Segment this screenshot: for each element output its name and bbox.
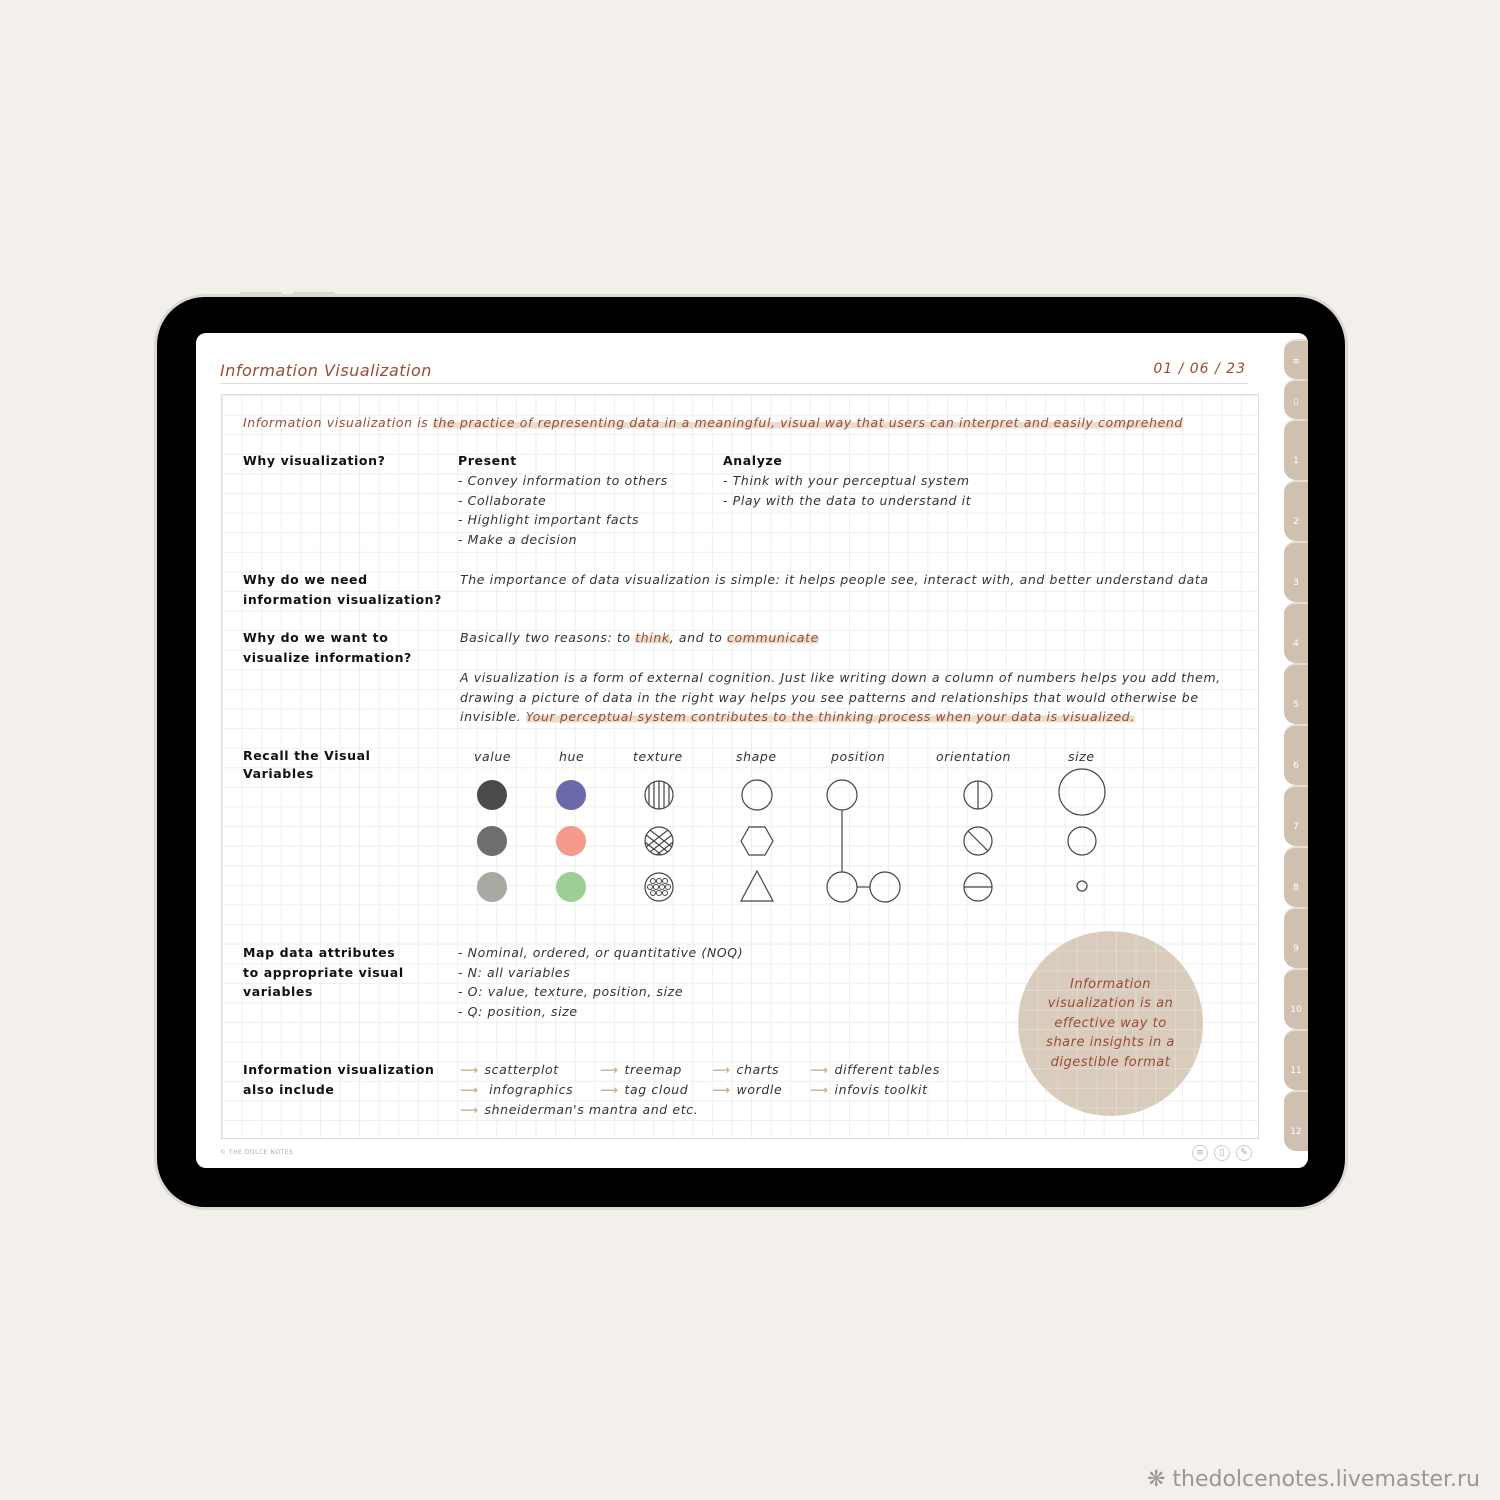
- hue-swatch: [556, 872, 586, 902]
- arrow-icon: ⟶: [460, 1062, 479, 1077]
- arrow-icon: ⟶: [712, 1082, 731, 1097]
- shape-triangle: [740, 869, 774, 902]
- tab-7[interactable]: 7: [1284, 785, 1308, 846]
- map-list: - Nominal, ordered, or quantitative (NOQ…: [458, 945, 744, 1019]
- size-medium: [1067, 826, 1097, 856]
- tab-10[interactable]: 10: [1284, 968, 1308, 1029]
- tab-6[interactable]: 6: [1284, 724, 1308, 785]
- watermark: ❋ thedolcenotes.livemaster.ru: [1146, 1467, 1480, 1492]
- side-tabs: ≡ ▯ 1 2 3 4 5 6 7 8 9 10 11 12: [1284, 339, 1308, 1151]
- map-label: Map data attributes to appropriate visual…: [243, 945, 404, 1000]
- footer-brand: © THE DOLCE NOTES: [220, 1149, 294, 1156]
- texture-dots: [647, 878, 671, 896]
- tab-8[interactable]: 8: [1284, 846, 1308, 907]
- shape-circle: [741, 779, 773, 811]
- tab-2[interactable]: 2: [1284, 480, 1308, 541]
- document-icon: ▯: [1293, 397, 1299, 407]
- value-swatch: [477, 780, 507, 810]
- value-swatch: [477, 872, 507, 902]
- texture-crosshatch: [645, 827, 673, 855]
- tab-12[interactable]: 12: [1284, 1090, 1308, 1151]
- hue-swatch: [556, 826, 586, 856]
- position-circle: [826, 779, 858, 811]
- arrow-icon: ⟶: [810, 1062, 829, 1077]
- document-icon[interactable]: ▯: [1214, 1145, 1230, 1161]
- footer-icons: ≡ ▯ ✎: [1192, 1145, 1252, 1161]
- tab-11[interactable]: 11: [1284, 1029, 1308, 1090]
- arrow-icon: ⟶: [600, 1062, 619, 1077]
- tab-notes[interactable]: ▯: [1284, 379, 1308, 419]
- position-circle: [826, 871, 858, 903]
- size-small: [1076, 880, 1088, 892]
- notebook-page: Information Visualization 01 / 06 / 23 I…: [196, 333, 1308, 1168]
- arrow-icon: ⟶: [600, 1082, 619, 1097]
- pencil-icon[interactable]: ✎: [1236, 1145, 1252, 1161]
- size-large: [1058, 768, 1106, 816]
- tab-3[interactable]: 3: [1284, 541, 1308, 602]
- include-list: ⟶ scatterplot ⟶ treemap ⟶ charts ⟶ different…: [460, 1062, 940, 1117]
- tab-menu[interactable]: ≡: [1284, 339, 1308, 379]
- arrow-icon: ⟶: [810, 1082, 829, 1097]
- tab-4[interactable]: 4: [1284, 602, 1308, 663]
- shape-hexagon: [740, 826, 774, 856]
- menu-icon[interactable]: ≡: [1192, 1145, 1208, 1161]
- include-label: Information visualization also include: [243, 1062, 435, 1097]
- tab-9[interactable]: 9: [1284, 907, 1308, 968]
- menu-icon: ≡: [1292, 357, 1300, 367]
- position-circle: [869, 871, 901, 903]
- logo-icon: ❋: [1146, 1467, 1166, 1492]
- arrow-icon: ⟶: [712, 1062, 731, 1077]
- tab-1[interactable]: 1: [1284, 419, 1308, 480]
- value-swatch: [477, 826, 507, 856]
- callout-circle: Information visualization is an effectiv…: [1018, 931, 1203, 1116]
- arrow-icon: ⟶: [460, 1082, 479, 1097]
- hue-swatch: [556, 780, 586, 810]
- tab-5[interactable]: 5: [1284, 663, 1308, 724]
- arrow-icon: ⟶: [460, 1102, 479, 1117]
